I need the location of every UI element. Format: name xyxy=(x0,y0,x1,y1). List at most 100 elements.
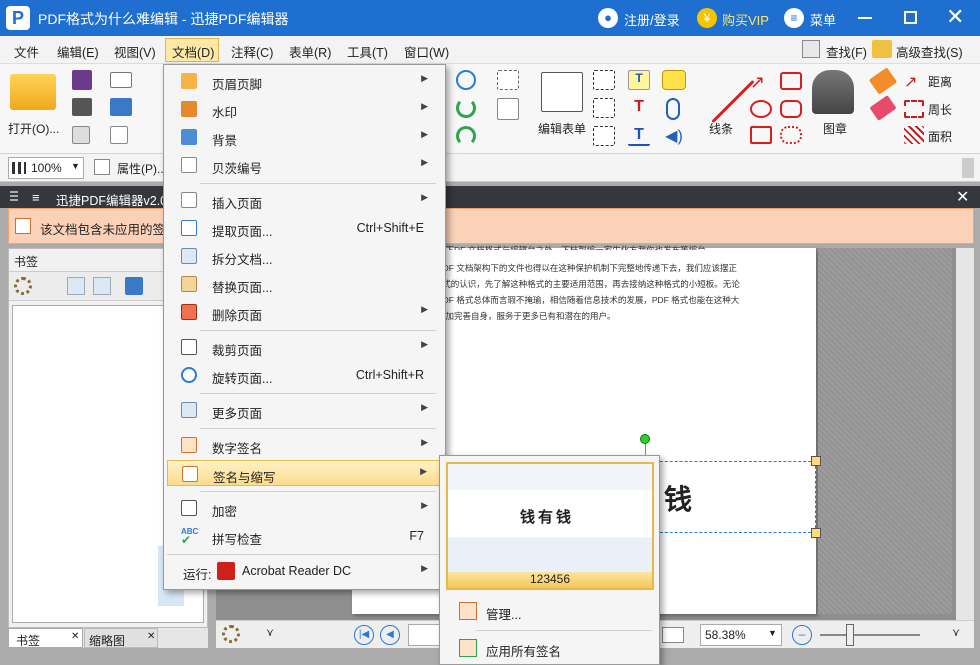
underline-icon[interactable]: T xyxy=(628,126,650,146)
menu-comment[interactable]: 注释(C) xyxy=(231,42,273,61)
menu-item-more-pages[interactable]: 更多页面 ▶ xyxy=(167,397,442,423)
new-icon[interactable] xyxy=(110,126,128,144)
expand-right-icon[interactable]: ⋎ xyxy=(952,626,960,639)
eraser-icon[interactable] xyxy=(869,95,897,121)
manage-signatures-item[interactable]: 管理... xyxy=(443,598,656,624)
gear-icon[interactable] xyxy=(14,277,32,295)
scan-icon[interactable] xyxy=(110,98,132,116)
open-button-label[interactable]: 打开(O)... xyxy=(8,120,59,137)
edit-image-icon[interactable] xyxy=(497,70,519,90)
user-icon[interactable]: ● xyxy=(598,8,618,28)
area-label[interactable]: 面积 xyxy=(928,128,952,145)
arrow-tool-icon[interactable]: ↗ xyxy=(750,72,772,92)
stamp-label[interactable]: 图章 xyxy=(823,120,847,137)
menu-file[interactable]: 文件 xyxy=(14,42,39,61)
polyline-tool-icon[interactable] xyxy=(780,72,802,90)
menu-item-split-document[interactable]: 拆分文档... xyxy=(167,243,442,269)
prev-page-button[interactable]: ◀ xyxy=(380,625,400,645)
menu-item-bates[interactable]: 贝茨编号 ▶ xyxy=(167,152,442,178)
zoom-slider-track[interactable] xyxy=(820,634,920,636)
close-icon[interactable]: ✕ xyxy=(71,631,79,642)
zoom-select[interactable]: 100% ▼ xyxy=(8,157,84,179)
maximize-button[interactable] xyxy=(904,11,917,24)
line-icon[interactable] xyxy=(711,79,755,124)
menu-view[interactable]: 视图(V) xyxy=(114,42,156,61)
distance-label[interactable]: 距离 xyxy=(928,73,952,90)
menu-tools[interactable]: 工具(T) xyxy=(347,42,388,61)
strikeout-icon[interactable]: T xyxy=(628,98,650,118)
saved-signature-card[interactable]: 钱有钱 123456 xyxy=(446,462,654,590)
sound-icon[interactable]: ◀) xyxy=(662,126,686,146)
page-layout-icon[interactable] xyxy=(662,627,684,643)
menu-window[interactable]: 窗口(W) xyxy=(404,42,449,61)
menu-link[interactable]: 菜单 xyxy=(810,10,836,29)
resize-handle[interactable] xyxy=(811,528,821,538)
document-tab[interactable]: 迅捷PDF编辑器v2.0 xyxy=(56,190,167,209)
minimize-button[interactable] xyxy=(858,17,872,19)
perimeter-label[interactable]: 周长 xyxy=(928,101,952,118)
doc-menu-icon[interactable]: ≡ xyxy=(32,190,40,205)
menu-item-spell-check[interactable]: ABC ✔ 拼写检查 F7 xyxy=(167,523,442,549)
signature-rotate-handle[interactable] xyxy=(640,434,650,444)
attach-icon[interactable] xyxy=(666,98,680,120)
advanced-find-icon[interactable] xyxy=(872,40,892,58)
open-folder-icon[interactable] xyxy=(10,74,56,110)
menu-item-watermark[interactable]: 水印 ▶ xyxy=(167,96,442,122)
properties-button[interactable]: 属性(P)... xyxy=(117,160,167,177)
edit-form-icon[interactable] xyxy=(541,72,583,112)
edit-form-label[interactable]: 编辑表单 xyxy=(538,120,586,137)
zoom-in-icon[interactable] xyxy=(456,70,476,90)
tab-bookmarks[interactable]: 书签 ✕ xyxy=(8,628,83,648)
zoom-out-button[interactable]: – xyxy=(792,625,812,645)
add-bookmark-icon[interactable] xyxy=(125,277,143,295)
save-icon[interactable] xyxy=(72,70,92,90)
menu-item-header-footer[interactable]: 页眉页脚 ▶ xyxy=(167,68,442,94)
expand-icon[interactable] xyxy=(67,277,85,295)
rotate-cw-icon[interactable] xyxy=(456,126,476,146)
resize-handle[interactable] xyxy=(811,456,821,466)
menu-document[interactable]: 文档(D) xyxy=(172,42,214,61)
export-icon[interactable] xyxy=(72,126,90,144)
advanced-find-button[interactable]: 高级查找(S) xyxy=(896,42,963,61)
cloud-tool-icon[interactable] xyxy=(780,126,802,144)
menu-item-delete-page[interactable]: 删除页面 ▶ xyxy=(167,299,442,325)
close-icon[interactable]: ✕ xyxy=(147,631,155,642)
typewriter-icon[interactable]: T xyxy=(628,70,650,90)
properties-icon[interactable] xyxy=(94,159,110,175)
apply-all-signatures-item[interactable]: 应用所有签名 xyxy=(443,635,656,661)
callout-icon[interactable] xyxy=(593,126,615,146)
text-field-icon[interactable] xyxy=(593,70,615,90)
menu-item-extract-page[interactable]: 提取页面... Ctrl+Shift+E xyxy=(167,215,442,241)
stamp-icon[interactable] xyxy=(812,70,854,114)
zoom-level-select[interactable]: 58.38% ▼ xyxy=(700,624,782,646)
vip-link[interactable]: 购买VIP xyxy=(722,10,769,29)
vertical-scrollbar[interactable] xyxy=(956,248,974,620)
menu-form[interactable]: 表单(R) xyxy=(289,42,331,61)
menu-item-digital-signature[interactable]: 数字签名 ▶ xyxy=(167,432,442,458)
pencil-icon[interactable] xyxy=(868,67,898,95)
text-box-icon[interactable] xyxy=(593,98,615,118)
print-icon[interactable] xyxy=(72,98,92,116)
distance-icon[interactable]: ↗ xyxy=(904,72,924,91)
rotate-ccw-icon[interactable] xyxy=(456,98,476,118)
rectangle-tool-icon[interactable] xyxy=(750,126,772,144)
expand-toolbar-icon[interactable]: ⋎ xyxy=(266,626,274,639)
find-button[interactable]: 查找(F) xyxy=(826,42,867,61)
collapse-icon[interactable] xyxy=(93,277,111,295)
note-icon[interactable] xyxy=(662,70,686,90)
vip-icon[interactable]: ¥ xyxy=(697,8,717,28)
menu-item-encrypt[interactable]: 加密 ▶ xyxy=(167,495,442,521)
menu-item-replace-page[interactable]: 替换页面... xyxy=(167,271,442,297)
perimeter-icon[interactable] xyxy=(904,100,924,118)
find-icon[interactable] xyxy=(802,40,820,58)
close-document-icon[interactable]: ✕ xyxy=(956,187,969,207)
tab-thumbnails[interactable]: 缩略图 ✕ xyxy=(84,628,158,648)
menu-item-insert-page[interactable]: 插入页面 ▶ xyxy=(167,187,442,213)
mail-icon[interactable] xyxy=(110,72,132,88)
gear-icon[interactable] xyxy=(222,625,240,643)
menu-item-background[interactable]: 背景 ▶ xyxy=(167,124,442,150)
close-window-button[interactable]: ✕ xyxy=(946,4,964,30)
menu-item-rotate-page[interactable]: 旋转页面... Ctrl+Shift+R xyxy=(167,362,442,388)
edit-text-icon[interactable] xyxy=(497,98,519,120)
area-icon[interactable] xyxy=(904,126,924,144)
